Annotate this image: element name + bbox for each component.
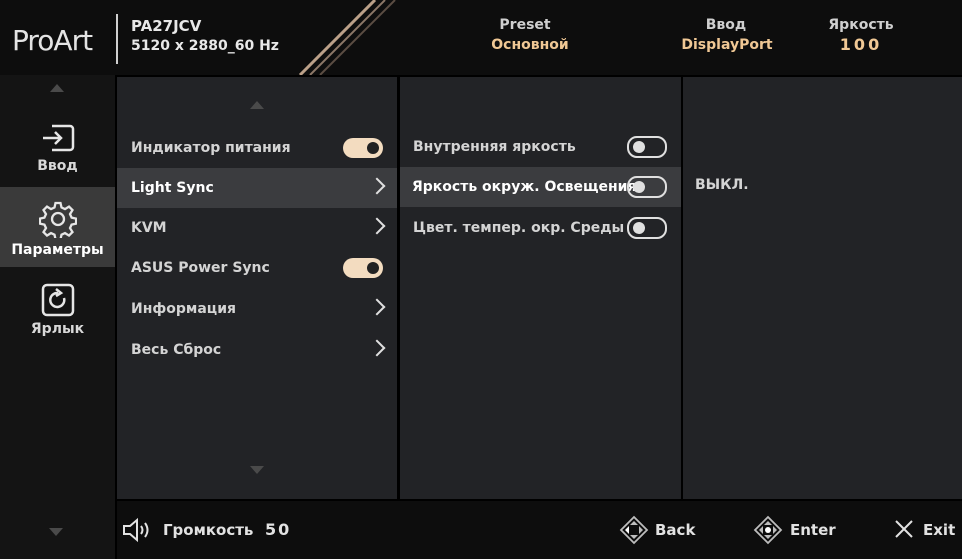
volume-icon: [123, 517, 149, 543]
menu-item-label: Весь Сброс: [131, 342, 222, 358]
sidebar-scroll-up-icon[interactable]: [50, 84, 64, 92]
sidebar-item-label: Ввод: [37, 158, 78, 174]
volume-value[interactable]: 50: [265, 520, 291, 539]
model-name: PA27JCV: [131, 17, 202, 35]
footer-bar: Громкость 50 Back Enter Exit: [117, 501, 962, 559]
shortcut-icon: [41, 283, 74, 317]
menu-item-light-sync[interactable]: Light Sync: [117, 168, 397, 208]
settings-menu-panel: Индикатор питания Light Sync KVM ASUS Po…: [117, 77, 397, 499]
back-button[interactable]: Back: [655, 521, 695, 539]
submenu-item-label: Цвет. темпер. окр. Среды: [413, 220, 625, 236]
volume-label: Громкость: [163, 521, 254, 539]
sidebar-item-shortcut[interactable]: Ярлык: [0, 283, 115, 337]
detail-value-off[interactable]: ВЫКЛ.: [695, 177, 749, 193]
brand-logo: ProArt: [12, 24, 93, 57]
light-sync-submenu-panel: Внутренняя яркость Яркость окруж. Освеще…: [400, 77, 681, 499]
gear-icon: [38, 201, 77, 238]
header-divider: [116, 14, 118, 64]
submenu-item-ambient-brightness[interactable]: Яркость окруж. Освещения: [400, 167, 681, 207]
submenu-item-label: Внутренняя яркость: [413, 139, 576, 155]
header-bar: ProArt PA27JCV 5120 x 2880_60 Hz Preset …: [0, 0, 962, 75]
exit-button[interactable]: Exit: [923, 521, 955, 539]
chevron-right-icon: [368, 339, 386, 357]
dpad-left-icon: [619, 515, 649, 545]
submenu-item-internal-brightness[interactable]: Внутренняя яркость: [400, 127, 681, 167]
sidebar-item-label: Параметры: [11, 242, 104, 258]
submenu-item-label: Яркость окруж. Освещения: [412, 179, 637, 195]
detail-panel: ВЫКЛ.: [683, 77, 962, 499]
menu-item-label: Light Sync: [131, 180, 214, 196]
menu-item-asus-power-sync[interactable]: ASUS Power Sync: [117, 248, 397, 288]
menu-item-power-indicator[interactable]: Индикатор питания: [117, 128, 397, 168]
submenu-item-ambient-color-temp[interactable]: Цвет. темпер. окр. Среды: [400, 208, 681, 248]
close-icon: [895, 520, 913, 538]
menu-item-label: ASUS Power Sync: [131, 260, 270, 276]
menu-scroll-down-icon[interactable]: [250, 466, 264, 474]
input-label: Ввод: [705, 17, 747, 33]
menu-item-information[interactable]: Информация: [117, 289, 397, 329]
menu-item-label: KVM: [131, 220, 167, 236]
brightness-label: Яркость: [828, 17, 894, 33]
dpad-center-icon: [753, 515, 783, 545]
sidebar-item-label: Ярлык: [30, 321, 85, 337]
ambient-brightness-toggle[interactable]: [627, 176, 667, 198]
sidebar-item-settings[interactable]: Параметры: [0, 200, 115, 258]
menu-item-all-reset[interactable]: Весь Сброс: [117, 330, 397, 370]
menu-scroll-up-icon[interactable]: [250, 101, 264, 109]
preset-label: Preset: [499, 17, 551, 33]
brightness-value: 100: [839, 35, 883, 54]
menu-item-label: Индикатор питания: [131, 140, 291, 156]
ambient-color-temp-toggle[interactable]: [627, 217, 667, 239]
decorative-stripes: [298, 0, 396, 75]
chevron-right-icon: [368, 217, 386, 235]
sidebar-scroll-down-icon[interactable]: [49, 528, 63, 536]
power-indicator-toggle[interactable]: [343, 138, 383, 158]
input-icon: [42, 124, 74, 152]
chevron-right-icon: [368, 298, 386, 316]
chevron-right-icon: [368, 177, 386, 195]
menu-item-label: Информация: [131, 301, 236, 317]
resolution-readout: 5120 x 2880_60 Hz: [131, 38, 279, 54]
internal-brightness-toggle[interactable]: [627, 136, 667, 158]
power-sync-toggle[interactable]: [343, 258, 383, 278]
input-value: DisplayPort: [681, 37, 773, 53]
preset-value: Основной: [491, 37, 569, 53]
enter-button[interactable]: Enter: [790, 521, 836, 539]
menu-item-kvm[interactable]: KVM: [117, 208, 397, 248]
sidebar-item-input[interactable]: Ввод: [0, 122, 115, 174]
